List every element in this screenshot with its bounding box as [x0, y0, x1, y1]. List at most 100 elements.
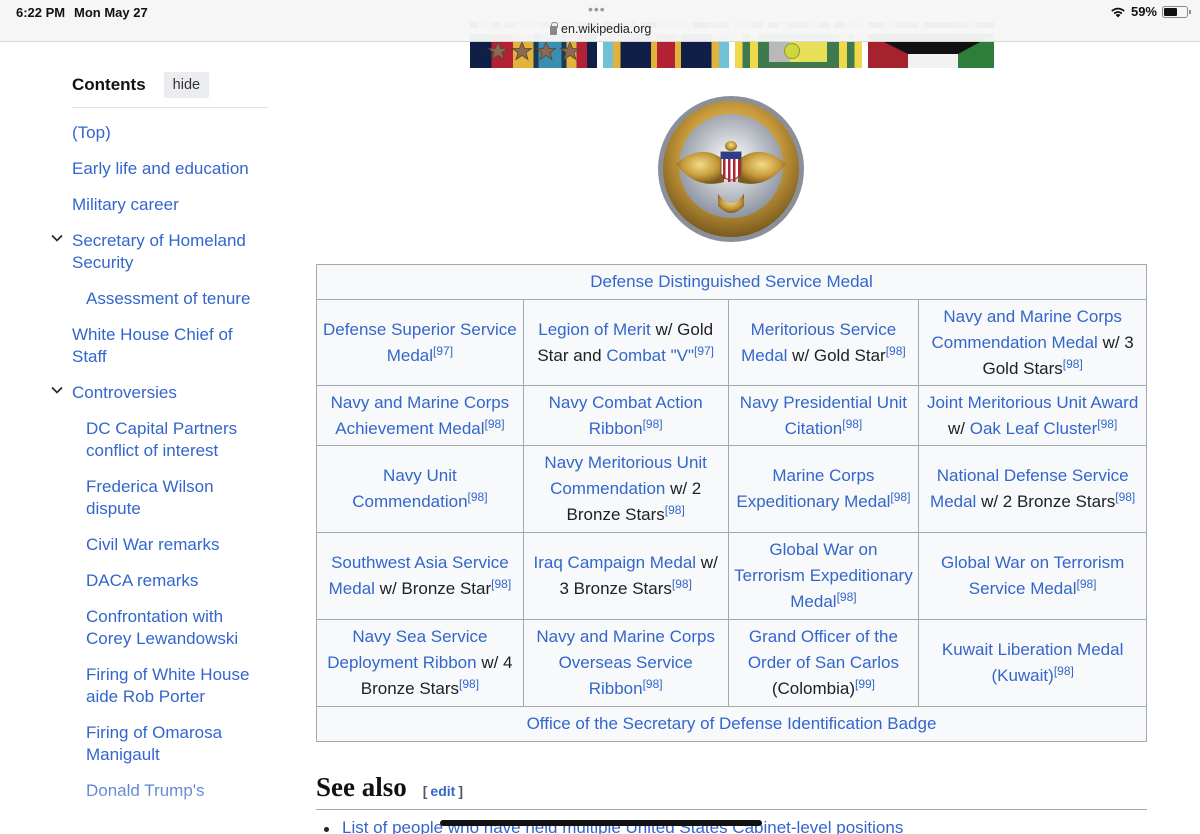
toc-item[interactable]: DACA remarks	[0, 570, 270, 592]
award-link[interactable]: Navy and Marine Corps Commendation Medal	[932, 307, 1122, 352]
citation-ref[interactable]: [98]	[643, 677, 663, 691]
citation-ref[interactable]: [98]	[1097, 417, 1117, 431]
citation-ref[interactable]: [98]	[890, 490, 910, 504]
table-of-contents: Contents hide (Top) Early life and educat…	[0, 42, 290, 834]
award-link[interactable]: Navy Presidential Unit Citation	[740, 393, 907, 438]
toc-divider	[72, 107, 268, 108]
award-link[interactable]: Marine Corps Expeditionary Medal	[736, 466, 890, 511]
toc-item-label: DACA remarks	[86, 571, 199, 590]
toc-item[interactable]: Controversies	[0, 382, 270, 404]
toc-item[interactable]: Confrontation with Corey Lewandowski	[0, 606, 270, 650]
award-link[interactable]: Defense Superior Service Medal	[323, 320, 517, 365]
heading-divider	[316, 809, 1147, 810]
award-cell: Navy Combat Action Ribbon[98]	[522, 385, 729, 446]
chevron-down-icon[interactable]	[51, 232, 63, 244]
award-link[interactable]: Navy and Marine Corps Overseas Service R…	[536, 627, 715, 698]
citation-ref[interactable]: [98]	[643, 417, 663, 431]
award-link-secondary[interactable]: Oak Leaf Cluster	[970, 419, 1098, 438]
toc-item-label: Military career	[72, 195, 179, 214]
award-link[interactable]: Navy Unit Commendation	[352, 466, 467, 511]
toc-item-label: Secretary of Homeland Security	[72, 231, 246, 272]
award-cell: National Defense Service Medal w/ 2 Bron…	[918, 445, 1147, 533]
award-detail: w/ Bronze Star	[374, 579, 492, 598]
see-also-title: See also	[316, 772, 407, 802]
table-row: Southwest Asia Service Medal w/ Bronze S…	[316, 532, 1147, 620]
award-cell: Navy Meritorious Unit Commendation w/ 2 …	[522, 445, 729, 533]
toc-item[interactable]: DC Capital Partners conflict of interest	[0, 418, 270, 462]
toc-item[interactable]: Firing of White House aide Rob Porter	[0, 664, 270, 708]
award-link[interactable]: Joint Meritorious Unit Award	[927, 393, 1138, 412]
awards-header-row: Defense Distinguished Service Medal	[316, 264, 1147, 300]
citation-ref[interactable]: [98]	[491, 577, 511, 591]
battery-icon	[1162, 5, 1191, 18]
table-row: Navy and Marine Corps Achievement Medal[…	[316, 385, 1147, 446]
award-link[interactable]: Kuwait Liberation Medal (Kuwait)	[942, 640, 1123, 685]
citation-ref[interactable]: [98]	[672, 577, 692, 591]
award-cell: Legion of Merit w/ Gold Star and Combat …	[522, 299, 729, 386]
award-detail: w/	[947, 418, 970, 438]
toc-item-label: DC Capital Partners conflict of interest	[86, 419, 238, 460]
table-row: Defense Superior Service Medal[97] Legion…	[316, 299, 1147, 386]
status-indicators: 59%	[1110, 4, 1191, 19]
article-content: Defense Distinguished Service Medal Defen…	[316, 0, 1148, 834]
citation-ref[interactable]: [98]	[886, 344, 906, 358]
toc-item-label: Early life and education	[72, 159, 249, 178]
award-link[interactable]: Grand Officer of the Order of San Carlos	[748, 627, 899, 672]
award-cell: Meritorious Service Medal w/ Gold Star[9…	[727, 299, 920, 386]
award-link[interactable]: Global War on Terrorism Service Medal	[941, 553, 1124, 598]
citation-ref[interactable]: [98]	[1054, 664, 1074, 678]
award-link[interactable]: Navy and Marine Corps Achievement Medal	[331, 393, 510, 438]
edit-section-link[interactable]: edit	[430, 783, 455, 799]
citation-ref[interactable]: [98]	[1063, 357, 1083, 371]
multitasking-dots[interactable]: •••	[588, 1, 606, 17]
toc-item-label: Confrontation with Corey Lewandowski	[86, 607, 239, 648]
toc-item[interactable]: Firing of Omarosa Manigault	[0, 722, 270, 766]
citation-ref[interactable]: [98]	[1115, 490, 1135, 504]
awards-footer-row: Office of the Secretary of Defense Ident…	[316, 706, 1147, 742]
toc-item[interactable]: Assessment of tenure	[0, 288, 270, 310]
address-bar[interactable]: en.wikipedia.org	[550, 21, 651, 36]
citation-ref[interactable]: [98]	[665, 503, 685, 517]
award-cell: Defense Distinguished Service Medal	[316, 264, 1147, 300]
award-cell: Navy Unit Commendation[98]	[316, 445, 524, 533]
home-indicator[interactable]	[440, 820, 762, 826]
toc-item[interactable]: (Top)	[0, 122, 270, 144]
toc-item[interactable]: Frederica Wilson dispute	[0, 476, 270, 520]
toc-item[interactable]: Donald Trump's	[0, 780, 270, 802]
award-link[interactable]: Iraq Campaign Medal	[534, 553, 697, 572]
citation-ref[interactable]: [98]	[485, 417, 505, 431]
award-link[interactable]: Legion of Merit	[538, 320, 650, 339]
chevron-down-icon[interactable]	[51, 384, 63, 396]
citation-ref[interactable]: [98]	[837, 590, 857, 604]
toc-item[interactable]: Early life and education	[0, 158, 270, 180]
toc-list: (Top) Early life and education Military ca…	[0, 122, 290, 816]
citation-ref[interactable]: [98]	[468, 490, 488, 504]
award-cell: Navy and Marine Corps Achievement Medal[…	[316, 385, 524, 446]
citation-ref[interactable]: [98]	[459, 677, 479, 691]
toc-item-label: Controversies	[72, 383, 177, 402]
award-detail: w/ Gold Star	[787, 345, 886, 365]
award-link[interactable]: Office of the Secretary of Defense Ident…	[527, 714, 937, 733]
award-link[interactable]: Global War on Terrorism Expeditionary Me…	[734, 540, 913, 611]
citation-ref[interactable]: [97]	[433, 344, 453, 358]
award-link[interactable]: Navy Sea Service Deployment Ribbon	[327, 627, 487, 672]
toc-title: Contents	[72, 75, 146, 94]
award-cell: Iraq Campaign Medal w/ 3 Bronze Stars[98…	[522, 532, 729, 620]
toc-item-label: Firing of Omarosa Manigault	[86, 723, 223, 764]
award-link-secondary[interactable]: Combat "V"	[606, 346, 694, 365]
status-bar: 6:22 PM Mon May 27 ••• en.wikipedia.org …	[0, 0, 1200, 42]
toc-hide-button[interactable]: hide	[163, 72, 210, 98]
citation-ref[interactable]: [98]	[1077, 577, 1097, 591]
osd-identification-badge-image	[658, 96, 804, 242]
toc-item[interactable]: Military career	[0, 194, 270, 216]
citation-ref[interactable]: [99]	[855, 677, 875, 691]
award-cell: Global War on Terrorism Service Medal[98…	[918, 532, 1147, 620]
toc-item[interactable]: Secretary of Homeland Security	[0, 230, 270, 274]
award-link[interactable]: Defense Distinguished Service Medal	[590, 272, 873, 291]
citation-ref[interactable]: [97]	[694, 344, 714, 358]
toc-item[interactable]: Civil War remarks	[0, 534, 270, 556]
award-cell: Southwest Asia Service Medal w/ Bronze S…	[316, 532, 524, 620]
award-link[interactable]: Navy Combat Action Ribbon	[549, 393, 703, 438]
citation-ref[interactable]: [98]	[842, 417, 862, 431]
toc-item[interactable]: White House Chief of Staff	[0, 324, 270, 368]
